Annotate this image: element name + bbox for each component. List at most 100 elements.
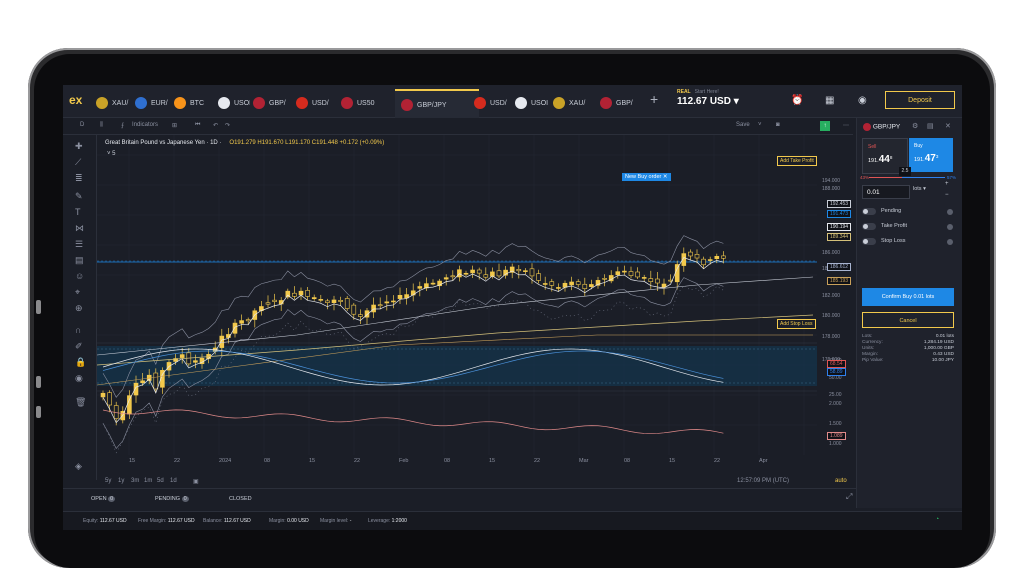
chart-canvas[interactable] — [96, 135, 853, 475]
layers-icon[interactable]: ◈ — [75, 461, 82, 472]
timeframe-5y[interactable]: 5y — [105, 478, 111, 484]
tab-instrument[interactable]: US50 — [341, 89, 377, 117]
price-label: 189.344 — [827, 233, 852, 241]
lots-input[interactable]: 0.01 — [862, 185, 910, 199]
user-profile-icon[interactable]: ◉ — [858, 95, 867, 106]
chart-clock: 12:57:09 PM (UTC) — [737, 478, 790, 484]
tab-instrument[interactable]: XAU/ — [96, 89, 132, 117]
timeframe-1m[interactable]: 1m — [144, 478, 152, 484]
save-button[interactable]: Save — [736, 122, 750, 128]
price-tick: 178.000 — [822, 334, 841, 340]
tab-instrument[interactable]: GBP/JPY — [395, 89, 479, 119]
zoom-icon[interactable]: ⊕ — [75, 303, 83, 314]
layout-icon[interactable]: ⊞ — [172, 122, 177, 129]
info-icon[interactable] — [947, 224, 953, 230]
lock-icon[interactable]: 🔒 — [75, 357, 86, 368]
candle-body — [688, 251, 693, 257]
candle-body — [470, 269, 475, 274]
toggle-label: Pending — [881, 208, 902, 214]
timeframe-1d[interactable]: 1d — [170, 478, 177, 484]
replay-icon[interactable]: ⏮ — [195, 122, 200, 129]
text-icon[interactable]: T — [75, 207, 81, 217]
tab-pending[interactable]: PENDING 0 — [155, 496, 189, 502]
oscillator-tick: 25.00 — [829, 392, 842, 398]
time-tick: Mar — [579, 458, 589, 464]
deposit-button[interactable]: Deposit — [885, 91, 955, 109]
fib-icon[interactable]: ≣ — [75, 173, 83, 184]
measure-icon[interactable]: ☰ — [75, 239, 83, 250]
add-stop-loss-button[interactable]: Add Stop Loss — [777, 319, 816, 329]
calendar-icon[interactable]: ▣ — [193, 478, 199, 485]
indicators-button[interactable]: Indicators — [132, 122, 158, 128]
increment-icon[interactable]: + — [945, 181, 949, 187]
candle-body — [463, 272, 469, 275]
chevron-down-icon[interactable]: ˅ — [758, 122, 762, 128]
time-tick: 08 — [264, 458, 271, 464]
sell-label: Sell — [868, 144, 877, 150]
confirm-buy-button[interactable]: Confirm Buy 0.01 lots — [862, 288, 954, 306]
account-selector[interactable]: REAL Start Here! 112.67 USD ▾ — [677, 89, 739, 107]
tab-label: GBP/JPY — [417, 101, 447, 109]
tab-instrument[interactable]: XAU/ — [553, 89, 597, 117]
order-form-icon[interactable]: ▤ — [927, 122, 934, 130]
indicator-collapse[interactable]: ˅ 5 — [107, 151, 116, 157]
fullscreen-icon[interactable]: ⤢ — [846, 492, 852, 502]
new-buy-order-label[interactable]: New Buy order ✕ — [622, 173, 671, 181]
stay-drawing-icon[interactable]: ✐ — [75, 341, 83, 352]
trendline-icon[interactable]: ⟋ — [75, 157, 81, 168]
emoji-icon[interactable]: ☺ — [75, 271, 84, 281]
ruler-icon[interactable]: ⌖ — [75, 287, 80, 298]
chart-legend: Great Britain Pound vs Japanese Yen · 1D… — [105, 140, 384, 146]
timeframe-3m[interactable]: 3m — [131, 478, 139, 484]
toggle-stop-loss[interactable] — [862, 238, 876, 245]
close-icon[interactable]: ✕ — [945, 122, 951, 130]
tab-open[interactable]: OPEN 0 — [91, 496, 116, 502]
forecast-icon[interactable]: ▤ — [75, 255, 84, 266]
add-tab-icon[interactable]: + — [650, 91, 658, 107]
buy-button[interactable]: Buy 191.473 — [909, 138, 953, 172]
brand-logo[interactable]: ex — [69, 93, 91, 109]
trash-icon[interactable]: 🗑 — [75, 397, 86, 408]
interval-selector[interactable]: D — [80, 122, 84, 128]
tab-instrument[interactable]: GBP/ — [253, 89, 293, 117]
crosshair-icon[interactable]: ✚ — [75, 141, 83, 152]
auto-scale-toggle[interactable]: auto — [835, 478, 847, 484]
eye-icon[interactable]: ◉ — [75, 373, 83, 384]
toggle-pending[interactable] — [862, 208, 876, 215]
tab-label: USD/ — [312, 99, 329, 107]
apps-grid-icon[interactable]: ▦ — [825, 95, 834, 106]
tab-instrument[interactable]: USOI — [515, 89, 549, 117]
tab-instrument[interactable]: USOI — [218, 89, 250, 117]
alarm-clock-icon[interactable]: ⏰ — [791, 95, 803, 106]
order-settings-icon[interactable]: ⚙ — [912, 122, 918, 130]
candle-body — [523, 270, 528, 272]
tab-instrument[interactable]: BTC — [174, 89, 210, 117]
magnet-icon[interactable]: ∩ — [75, 325, 81, 335]
timeframe-bar: 5y 1y 3m 1m 5d 1d ▣ 12:57:09 PM (UTC) auto — [97, 475, 853, 489]
lots-unit-select[interactable]: lots ▾ — [913, 186, 926, 192]
add-take-profit-button[interactable]: Add Take Profit — [777, 156, 817, 166]
trade-mode-icon[interactable]: ↑ — [820, 121, 830, 131]
price-chart[interactable]: Great Britain Pound vs Japanese Yen · 1D… — [96, 135, 853, 475]
info-icon[interactable] — [947, 209, 953, 215]
candle-type-icon[interactable]: ⫼ — [100, 122, 103, 129]
tab-instrument[interactable]: EUR/ — [135, 89, 171, 117]
pattern-icon[interactable]: ⋈ — [75, 223, 84, 234]
more-icon[interactable]: ⋯ — [843, 122, 849, 129]
timeframe-5d[interactable]: 5d — [157, 478, 164, 484]
info-icon[interactable] — [947, 239, 953, 245]
tab-closed[interactable]: CLOSED — [229, 496, 252, 502]
cancel-button[interactable]: Cancel — [862, 312, 954, 328]
timeframe-1y[interactable]: 1y — [118, 478, 124, 484]
undo-icon[interactable]: ↶ — [213, 122, 218, 129]
tab-label: USOI — [234, 99, 250, 107]
toggle-take-profit[interactable] — [862, 223, 876, 230]
tab-instrument[interactable]: USD/ — [296, 89, 336, 117]
price-tick: 180.000 — [822, 313, 841, 319]
brush-icon[interactable]: ✎ — [75, 191, 83, 202]
tab-instrument[interactable]: USD/ — [474, 89, 512, 117]
decrement-icon[interactable]: − — [945, 192, 949, 198]
camera-icon[interactable]: ◙ — [776, 122, 780, 128]
redo-icon[interactable]: ↷ — [225, 122, 230, 129]
tab-instrument[interactable]: GBP/ — [600, 89, 640, 117]
